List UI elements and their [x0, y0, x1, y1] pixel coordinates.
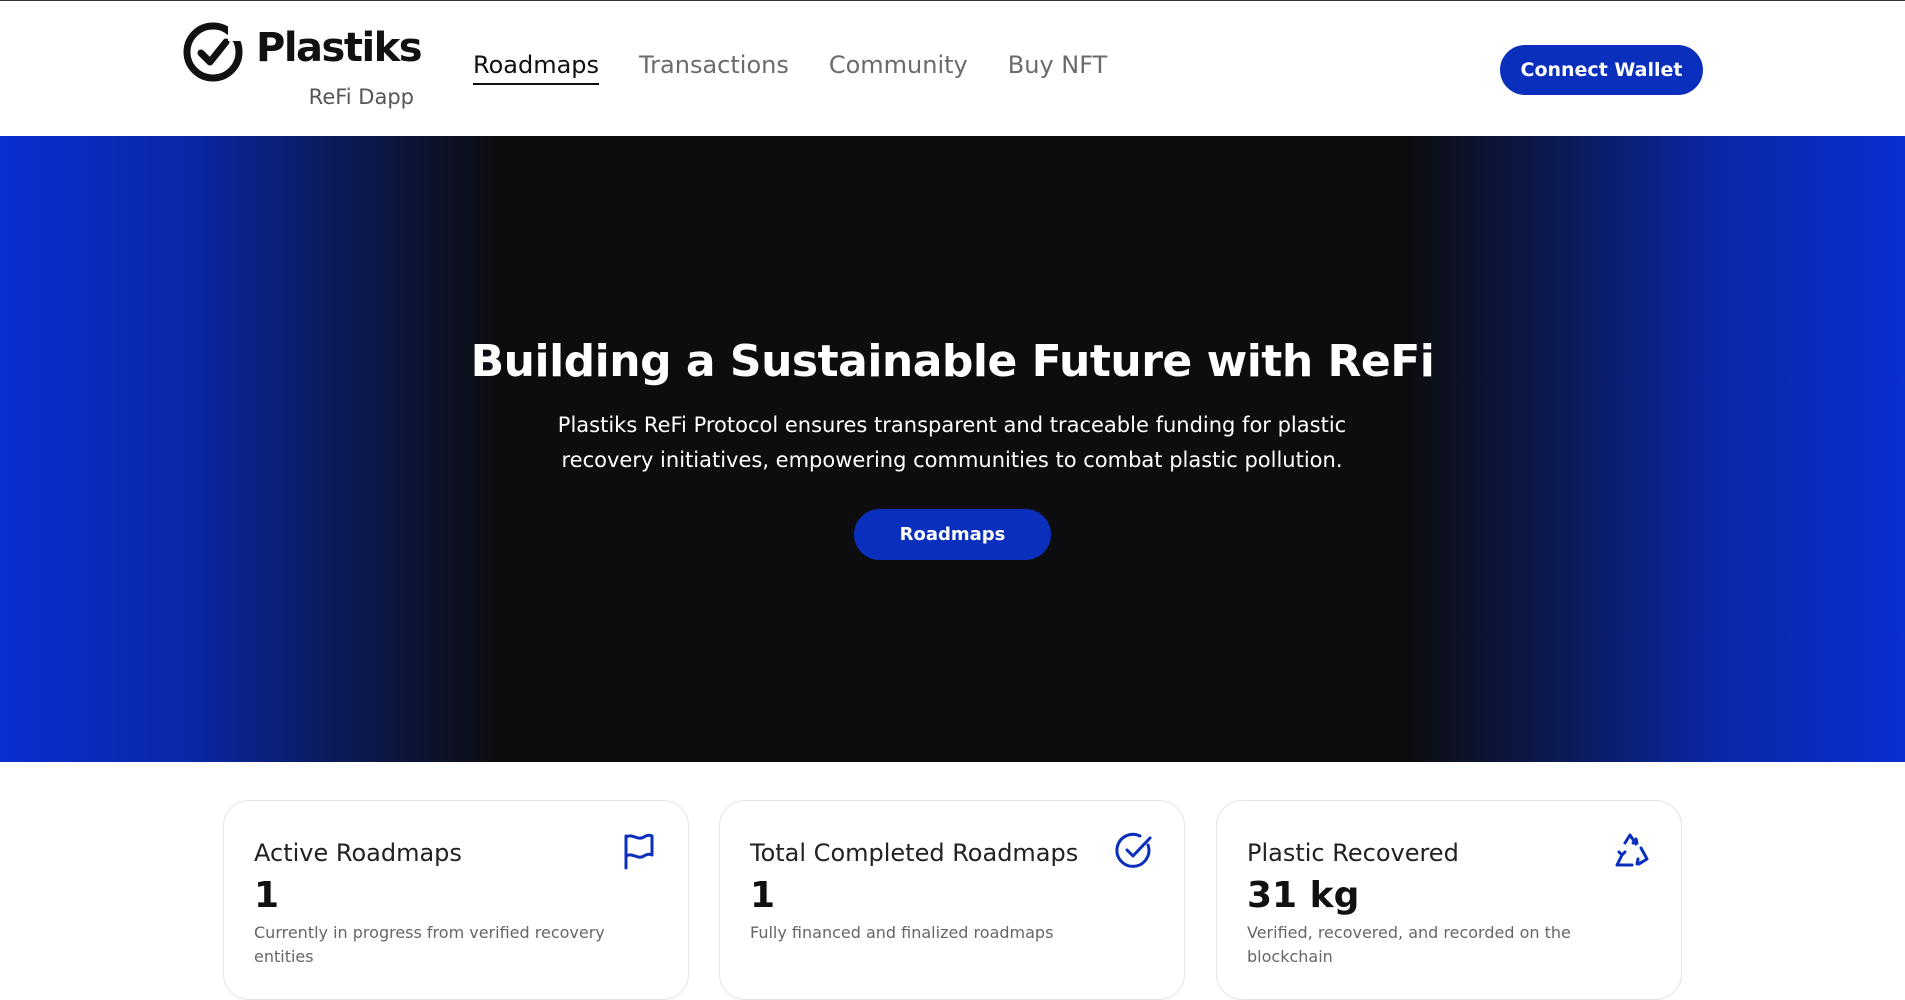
stat-card-completed-roadmaps: Total Completed Roadmaps 1 Fully finance…	[719, 800, 1185, 1000]
stat-description: Verified, recovered, and recorded on the…	[1247, 923, 1571, 966]
stat-title: Total Completed Roadmaps	[750, 839, 1079, 867]
stat-description: Fully financed and finalized roadmaps	[750, 923, 1054, 942]
hero-title: Building a Sustainable Future with ReFi	[470, 336, 1435, 387]
flag-icon	[624, 833, 654, 870]
stat-value: 1	[750, 875, 776, 916]
stat-title: Plastic Recovered	[1247, 839, 1459, 867]
stat-value: 1	[254, 875, 280, 916]
stat-value: 31 kg	[1247, 875, 1360, 916]
hero-roadmaps-button[interactable]: Roadmaps	[854, 509, 1051, 560]
stat-title: Active Roadmaps	[254, 839, 462, 867]
hero-description: Plastiks ReFi Protocol ensures transpare…	[557, 413, 1347, 472]
main-nav: Roadmaps Transactions Community Buy NFT	[473, 51, 1147, 85]
stat-card-active-roadmaps: Active Roadmaps 1 Currently in progress …	[223, 800, 689, 1000]
hero-section: Building a Sustainable Future with ReFi …	[0, 136, 1905, 762]
nav-item-buy-nft[interactable]: Buy NFT	[1008, 51, 1108, 85]
brand-subtitle: ReFi Dapp	[308, 85, 414, 109]
brand[interactable]: Plastiks ReFi Dapp	[182, 21, 423, 115]
stat-card-plastic-recovered: Plastic Recovered 31 kg Verified, recove…	[1216, 800, 1682, 1000]
brand-name: Plastiks	[256, 25, 423, 71]
check-circle-icon	[1115, 832, 1152, 868]
plastiks-logo-icon	[183, 22, 243, 82]
nav-item-transactions[interactable]: Transactions	[639, 51, 789, 85]
recycle-icon	[1615, 833, 1649, 867]
top-header: Plastiks ReFi Dapp Roadmaps Transactions…	[0, 0, 1905, 136]
nav-item-roadmaps[interactable]: Roadmaps	[473, 51, 600, 85]
nav-item-community[interactable]: Community	[829, 51, 968, 85]
connect-wallet-button[interactable]: Connect Wallet	[1500, 45, 1703, 95]
stat-description: Currently in progress from verified reco…	[254, 923, 605, 966]
